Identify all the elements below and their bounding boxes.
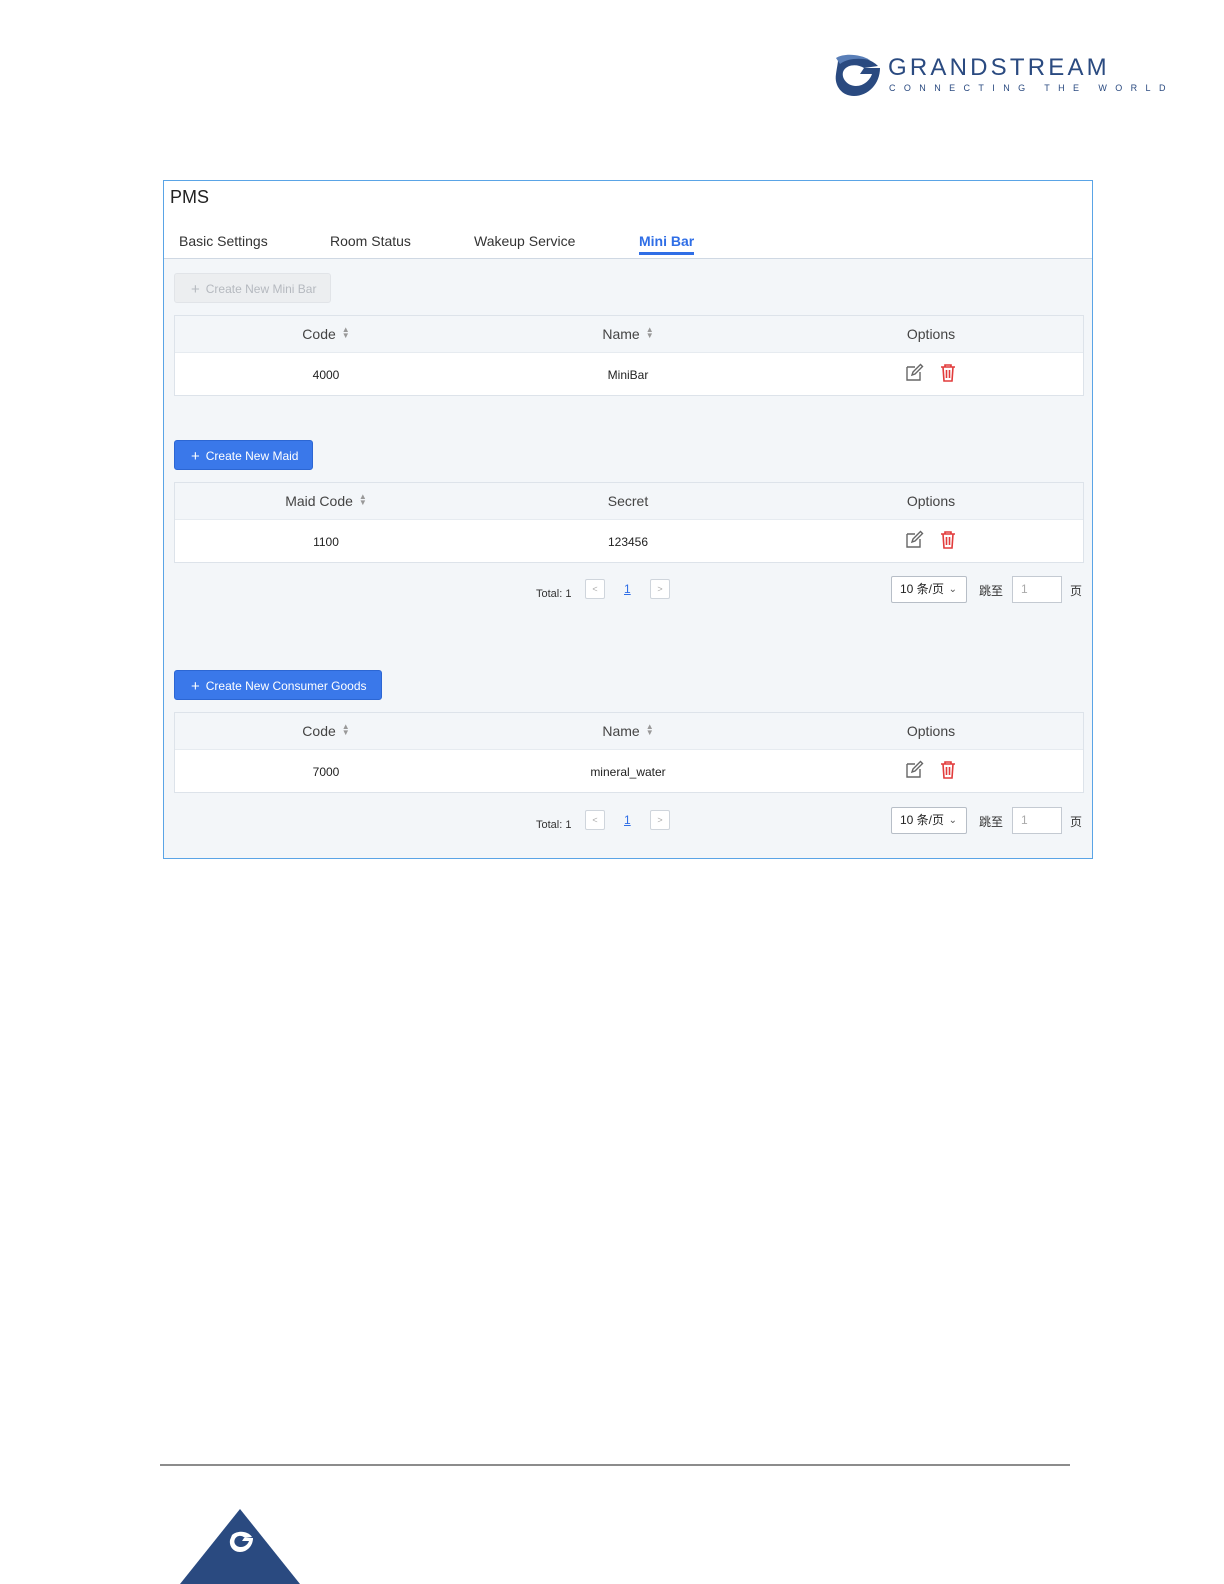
tab-mini-bar[interactable]: Mini Bar [639,233,695,255]
edit-icon[interactable] [904,363,924,383]
column-header-code[interactable]: Code ▲ ▼ [175,326,477,343]
table-header: Code ▲ ▼ Name ▲ ▼ Options [175,713,1083,750]
create-new-maid-button[interactable]: + Create New Maid [174,440,314,470]
trash-icon[interactable] [938,760,958,780]
plus-icon: + [191,448,200,465]
grandstream-logo-icon [835,54,880,96]
row-options [779,530,1083,550]
page-suffix: 页 [1070,815,1083,829]
plus-icon: + [191,281,200,298]
brand-name: GRANDSTREAM [888,54,1110,81]
plus-icon: + [191,678,200,695]
edit-icon[interactable] [904,760,924,780]
table-row: 1100 123456 [175,520,1083,562]
goto-page-input[interactable]: 1 [1012,807,1062,834]
total-count: Total: 1 [536,588,572,600]
column-header-maid-code[interactable]: Maid Code ▲ ▼ [175,493,477,510]
sort-icon[interactable]: ▲ ▼ [646,326,654,340]
total-count: Total: 1 [536,819,572,831]
page-title: PMS [170,187,210,207]
sort-icon[interactable]: ▲ ▼ [646,723,654,737]
page-suffix: 页 [1070,584,1083,598]
column-header-options: Options [906,326,956,342]
row-options [779,363,1083,383]
goto-label: 跳至 [979,584,1004,598]
create-new-mini-bar-button[interactable]: + Create New Mini Bar [174,273,332,303]
column-header-secret: Secret [607,493,649,509]
table-header: Code ▲ ▼ Name ▲ ▼ Options [175,316,1083,353]
sort-icon[interactable]: ▲ ▼ [359,493,367,507]
consumer-goods-table: Code ▲ ▼ Name ▲ ▼ Options 7000 mineral_water [174,712,1084,793]
cell-maid-code: 1100 [313,535,339,549]
brand-tagline: CONNECTING THE WORLD [889,83,1174,93]
page-size-select[interactable]: 10 条/页 ⌄ [891,807,967,834]
create-new-consumer-goods-button[interactable]: + Create New Consumer Goods [174,670,382,700]
column-header-name[interactable]: Name ▲ ▼ [477,723,779,740]
page-number[interactable]: 1 [624,582,631,596]
footer-divider [160,1464,1070,1466]
next-page-button[interactable]: > [650,579,670,599]
consumer-goods-pagination: Total: 1 < 1 > 10 条/页 ⌄ 跳至 1 页 [164,807,1092,840]
sort-icon[interactable]: ▲ ▼ [342,723,350,737]
tab-room-status[interactable]: Room Status [330,233,411,252]
grandstream-logo: GRANDSTREAM CONNECTING THE WORLD [834,54,1165,98]
column-header-name[interactable]: Name ▲ ▼ [477,326,779,343]
table-row: 4000 MiniBar [175,353,1083,395]
trash-icon[interactable] [938,530,958,550]
goto-label: 跳至 [979,815,1004,829]
maid-pagination: Total: 1 < 1 > 10 条/页 ⌄ 跳至 1 页 [164,576,1092,609]
cell-code: 7000 [312,765,340,779]
edit-icon[interactable] [904,530,924,550]
tab-wakeup-service[interactable]: Wakeup Service [474,233,575,252]
chevron-down-icon: ⌄ [948,815,957,826]
tab-basic-settings[interactable]: Basic Settings [179,233,268,252]
panel-header: PMS Basic Settings Room Status Wakeup Se… [164,181,1092,259]
grandstream-footer-logo-icon [180,1509,300,1584]
column-header-options: Options [906,723,956,739]
maid-table: Maid Code ▲ ▼ Secret Options 1100 123456 [174,482,1084,563]
page-size-select[interactable]: 10 条/页 ⌄ [891,576,967,603]
prev-page-button[interactable]: < [585,579,605,599]
cell-name: MiniBar [607,368,649,382]
create-new-maid-label: Create New Maid [205,449,299,463]
mini-bar-table: Code ▲ ▼ Name ▲ ▼ Options 4000 MiniBar [174,315,1084,396]
sort-icon[interactable]: ▲ ▼ [342,326,350,340]
cell-code: 4000 [312,368,340,382]
table-row: 7000 mineral_water [175,750,1083,792]
create-new-consumer-goods-label: Create New Consumer Goods [205,679,367,693]
cell-name: mineral_water [590,765,666,779]
next-page-button[interactable]: > [650,810,670,830]
trash-icon[interactable] [938,363,958,383]
table-header: Maid Code ▲ ▼ Secret Options [175,483,1083,520]
column-header-options: Options [906,493,956,509]
chevron-down-icon: ⌄ [948,584,957,595]
pms-panel: PMS Basic Settings Room Status Wakeup Se… [163,180,1093,859]
goto-page-input[interactable]: 1 [1012,576,1062,603]
create-new-mini-bar-label: Create New Mini Bar [205,282,317,296]
column-header-code[interactable]: Code ▲ ▼ [175,723,477,740]
prev-page-button[interactable]: < [585,810,605,830]
cell-secret: 123456 [607,535,649,549]
row-options [779,760,1083,780]
page-number[interactable]: 1 [624,813,631,827]
